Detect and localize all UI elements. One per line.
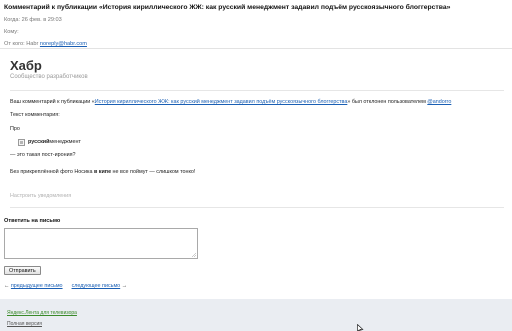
next-mail-link[interactable]: следующее письмо [72, 283, 121, 289]
when-value: 26 фев. в 29:03 [21, 17, 62, 23]
reply-section: Ответить на письмо Отправить ← предыдуще… [4, 218, 224, 289]
intro-prefix: Ваш комментарий к публикации « [10, 99, 95, 105]
comment-line-irony: — это такая пост-ирония? [10, 152, 76, 158]
comment-line-pro: Про [10, 126, 20, 132]
comment-line-image: русский менеджмент [10, 139, 506, 146]
email-content: Хабр Сообщество разработчиков Ваш коммен… [10, 58, 506, 208]
post-link[interactable]: История кириллического ЖЖ: как русский м… [95, 99, 348, 105]
header-divider [0, 48, 512, 49]
comment-label: Текст комментария: [10, 112, 60, 118]
next-arrow-icon: → [121, 283, 128, 289]
when-line: Когда: 26 фев. в 29:03 [4, 17, 508, 24]
to-label: Кому: [4, 29, 19, 35]
photo-suffix: не все поймут — слишком тонко! [111, 169, 196, 175]
previous-mail-link[interactable]: предыдущее письмо [11, 283, 63, 289]
reply-label: Ответить на письмо [4, 218, 61, 224]
mail-header: Комментарий к публикации «История кирилл… [4, 3, 508, 48]
from-email-link[interactable]: noreply@habr.com [40, 41, 87, 47]
mouse-cursor-icon [357, 324, 364, 331]
from-line: От кого: Habr noreply@habr.com [4, 41, 508, 48]
tv-version-link[interactable]: Яндекс.Лента для телевизора [7, 310, 77, 316]
full-version-link[interactable]: Полная версия [7, 321, 42, 327]
mail-subject: Комментарий к публикации «История кирилл… [4, 4, 451, 11]
from-name: Habr [26, 41, 39, 47]
message-body: Ваш комментарий к публикации «История ки… [10, 99, 506, 176]
comment-bold-word: русский [28, 139, 50, 145]
brand-logo-text: Хабр [10, 58, 42, 73]
broken-image-icon [18, 139, 25, 146]
content-bottom-divider [10, 207, 504, 208]
send-button[interactable]: Отправить [4, 266, 41, 275]
to-line: Кому: [4, 29, 508, 36]
prev-arrow-icon: ← [4, 283, 10, 289]
mail-page: Комментарий к публикации «История кирилл… [0, 0, 512, 331]
moderator-link[interactable]: @andorro [427, 99, 451, 105]
photo-prefix: Без прикреплённой фото Носика [10, 169, 94, 175]
footer: Яндекс.Лента для телевизора Полная верси… [0, 299, 512, 331]
intro-paragraph: Ваш комментарий к публикации «История ки… [10, 99, 506, 106]
comment-image-text: менеджмент [49, 139, 81, 145]
resize-grip-icon[interactable] [192, 253, 196, 257]
brand-tagline: Сообщество разработчиков [10, 74, 88, 80]
mail-navigation: ← предыдущее письмо следующее письмо → [4, 283, 224, 289]
content-divider [10, 90, 504, 91]
comment-line-photo: Без прикреплённой фото Носика в кипе не … [10, 169, 506, 176]
notification-settings-link[interactable]: Настроить уведомления [10, 193, 71, 199]
reply-textarea[interactable] [4, 228, 198, 259]
intro-middle: » был отклонен пользователем [347, 99, 428, 105]
when-label: Когда: [4, 17, 21, 23]
photo-bold: в кипе [93, 169, 112, 175]
from-label: От кого: [4, 41, 25, 47]
